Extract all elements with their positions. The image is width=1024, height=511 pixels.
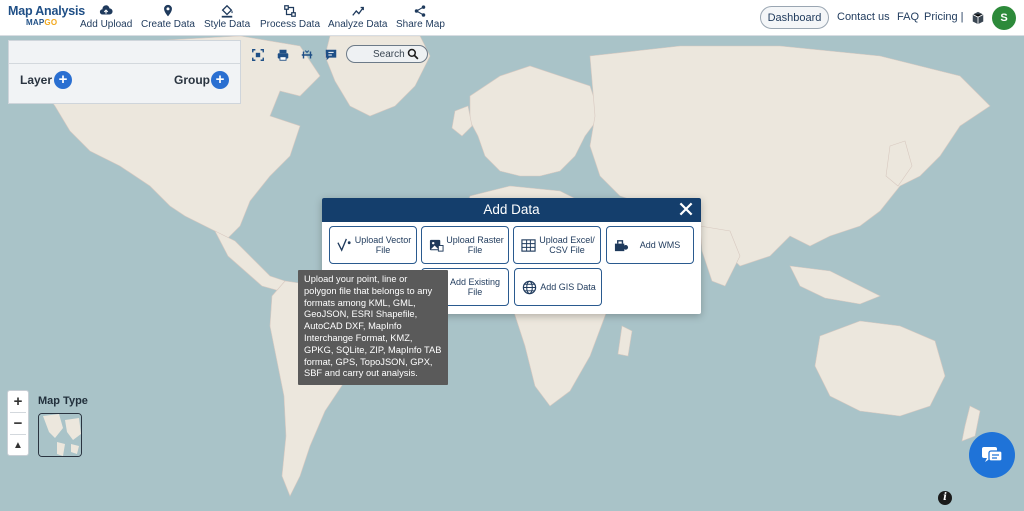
layer-panel: Layer + Group +: [8, 40, 241, 104]
add-gis-data-button[interactable]: Add GIS Data: [514, 268, 602, 306]
option-label: Add Existing File: [449, 277, 501, 297]
paint-bucket-icon: [221, 4, 233, 18]
pricing-link[interactable]: Pricing |: [924, 11, 964, 23]
globe-icon: [522, 280, 537, 295]
close-icon[interactable]: [677, 200, 695, 218]
upload-vector-tooltip: Upload your point, line or polygon file …: [298, 270, 448, 385]
nav-add-upload[interactable]: Add Upload: [80, 4, 132, 30]
contact-us-link[interactable]: Contact us: [837, 11, 890, 23]
search-icon[interactable]: [407, 48, 419, 60]
brand-sub-accent: GO: [44, 18, 58, 27]
layer-panel-divider: [9, 63, 240, 64]
brand-logo[interactable]: Map Analysis MAPGO: [8, 4, 86, 27]
nav-label: Analyze Data: [328, 19, 388, 30]
upload-vector-file-button[interactable]: Upload Vector File: [329, 226, 417, 264]
top-navigation-bar: Map Analysis MAPGO Add Upload Create Dat…: [0, 0, 1024, 36]
cube-icon[interactable]: [971, 11, 985, 25]
upload-excel-csv-button[interactable]: Upload Excel/ CSV File: [513, 226, 601, 264]
map-type-thumbnail[interactable]: [38, 413, 82, 457]
chat-support-button[interactable]: [969, 432, 1015, 478]
modal-title: Add Data: [322, 198, 701, 222]
option-label: Add WMS: [639, 240, 681, 250]
chat-bubble-icon: [982, 447, 1003, 462]
option-label: Upload Raster File: [446, 235, 504, 255]
map-type-preview-icon: [39, 414, 81, 456]
nav-label: Share Map: [396, 19, 445, 30]
raster-image-icon: [429, 239, 444, 252]
nav-create-data[interactable]: Create Data: [141, 4, 195, 30]
zoom-controls: + − ▲: [7, 390, 29, 456]
compass-reset-button[interactable]: ▲: [8, 435, 28, 456]
comment-icon[interactable]: [324, 48, 338, 62]
vector-icon: [337, 238, 351, 252]
analyze-chart-icon: [351, 6, 364, 16]
location-pin-icon: [164, 4, 172, 17]
option-label: Add GIS Data: [540, 282, 596, 292]
map-type-label: Map Type: [38, 395, 88, 407]
group-label: Group: [174, 73, 210, 87]
brand-sub-main: MAP: [26, 18, 45, 27]
option-label: Upload Vector File: [354, 235, 412, 255]
fullscreen-icon[interactable]: [251, 48, 265, 62]
process-nodes-icon: [284, 5, 296, 17]
nav-label: Process Data: [260, 19, 321, 30]
nav-process-data[interactable]: Process Data: [260, 4, 320, 30]
faq-link[interactable]: FAQ: [897, 11, 919, 23]
wms-icon: [614, 240, 629, 252]
spreadsheet-icon: [521, 239, 536, 252]
measure-icon[interactable]: [300, 48, 314, 62]
add-layer-button[interactable]: +: [54, 71, 72, 89]
share-icon: [415, 5, 426, 17]
nav-label: Add Upload: [80, 19, 133, 30]
map-search-box[interactable]: Search: [346, 45, 428, 63]
add-group-button[interactable]: +: [211, 71, 229, 89]
user-avatar[interactable]: S: [992, 6, 1016, 30]
zoom-out-button[interactable]: −: [8, 413, 28, 434]
dashboard-button[interactable]: Dashboard: [760, 6, 829, 29]
info-icon[interactable]: i: [938, 491, 952, 505]
nav-analyze-data[interactable]: Analyze Data: [328, 4, 387, 30]
nav-label: Create Data: [141, 19, 195, 30]
nav-share-map[interactable]: Share Map: [396, 4, 445, 30]
option-label: Upload Excel/ CSV File: [539, 235, 595, 255]
brand-subtitle: MAPGO: [26, 18, 72, 27]
search-placeholder: Search: [373, 48, 405, 60]
zoom-in-button[interactable]: +: [8, 391, 28, 412]
brand-title: Map Analysis: [8, 4, 86, 18]
nav-style-data[interactable]: Style Data: [204, 4, 250, 30]
print-icon[interactable]: [276, 48, 290, 62]
cloud-upload-icon: [100, 5, 113, 15]
upload-raster-file-button[interactable]: Upload Raster File: [421, 226, 509, 264]
add-wms-button[interactable]: Add WMS: [606, 226, 694, 264]
layer-label: Layer: [20, 73, 53, 87]
nav-label: Style Data: [204, 19, 251, 30]
